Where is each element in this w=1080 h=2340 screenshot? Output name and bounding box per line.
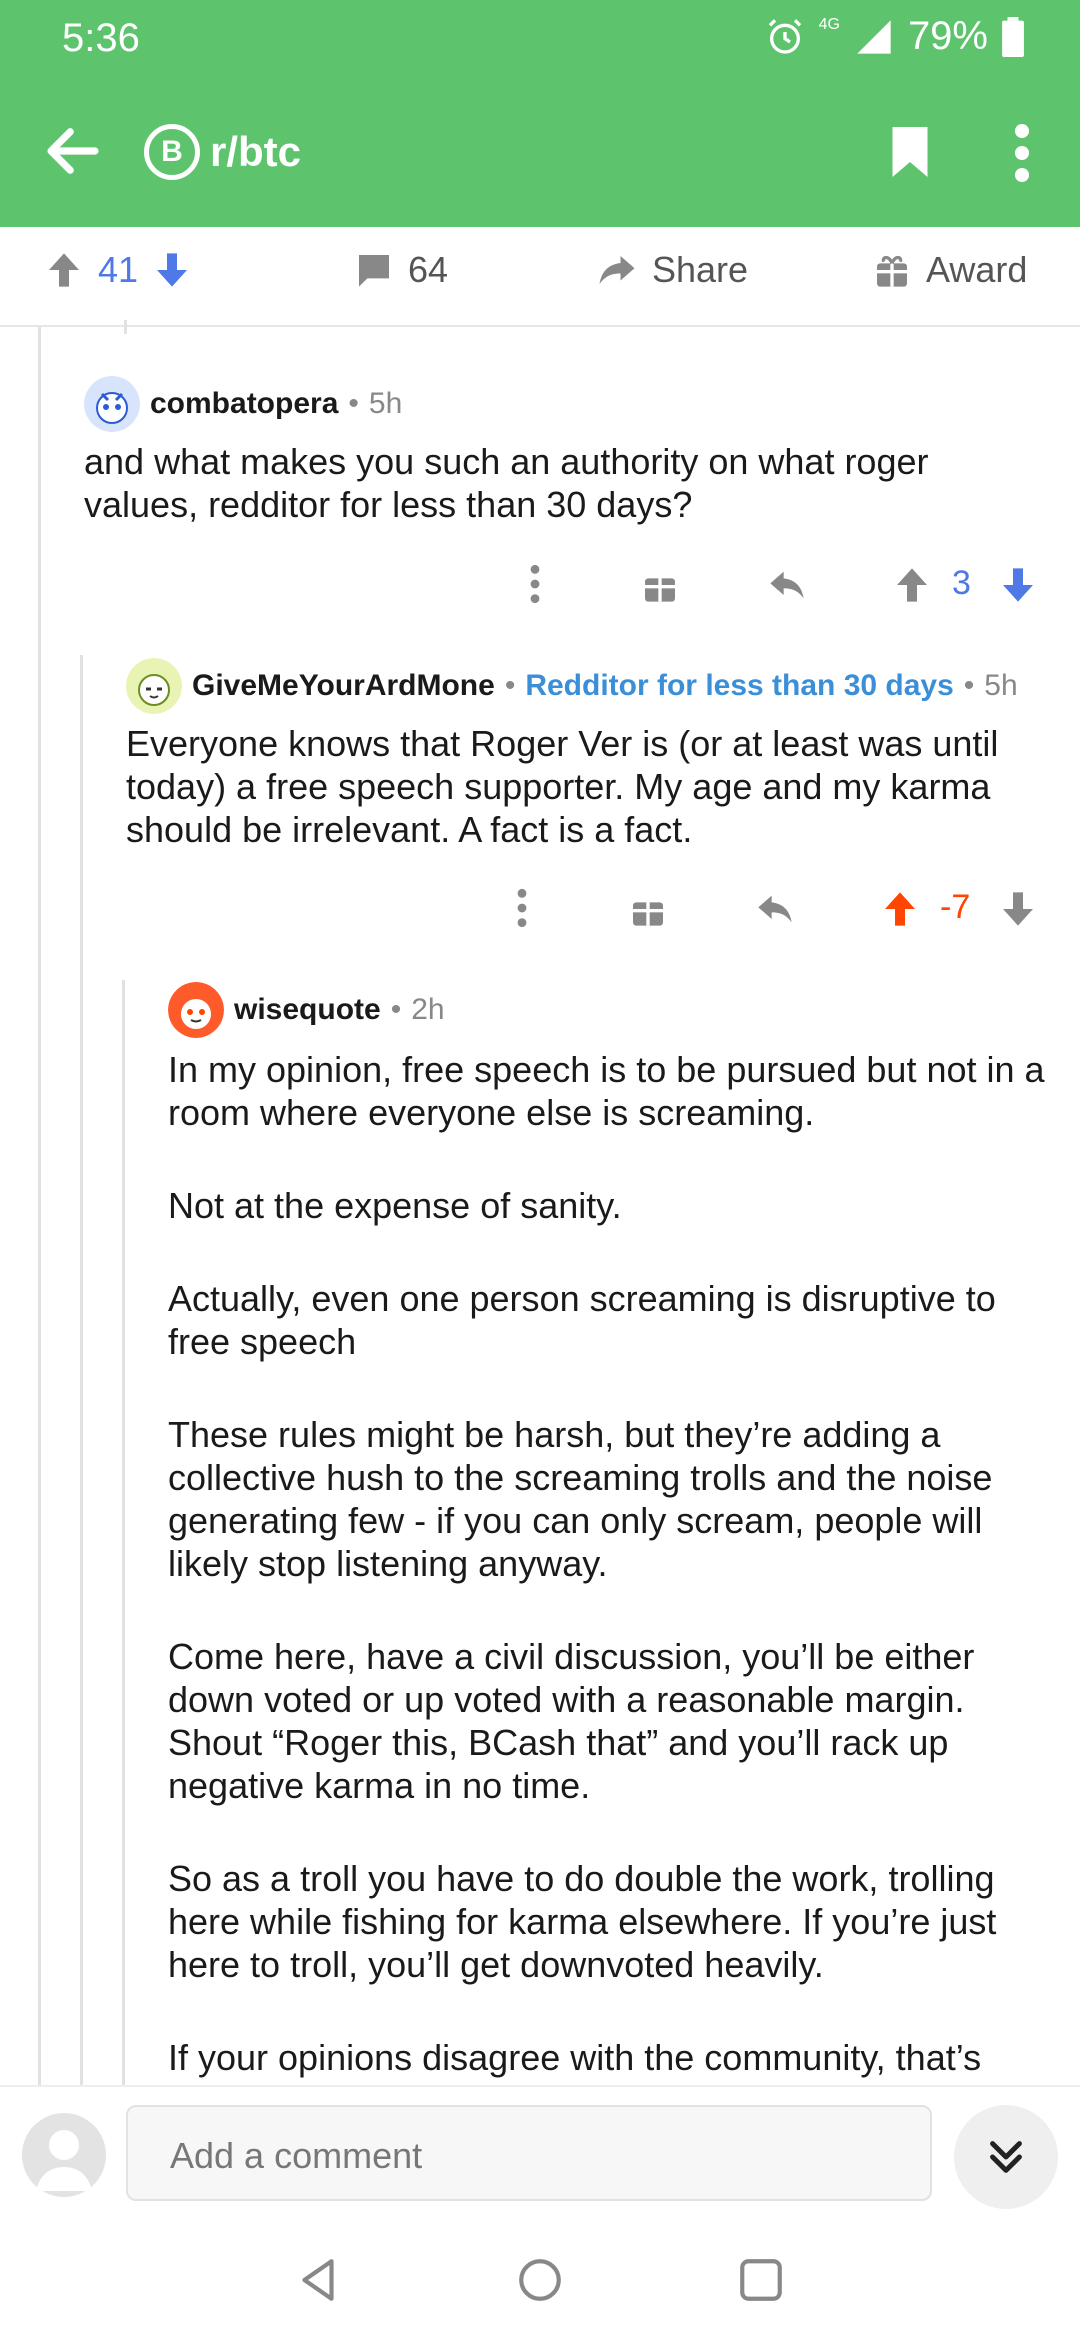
downvote-icon[interactable] — [152, 250, 192, 290]
post-score: 41 — [98, 249, 139, 290]
battery-percent: 79% — [907, 14, 988, 58]
status-bar: 5:36 4G 79% — [0, 0, 1080, 80]
gift-icon — [877, 255, 907, 287]
avatar[interactable] — [22, 2113, 106, 2197]
comment: wisequote • 2h In my opinion, free speec… — [168, 982, 1048, 2129]
alarm-icon — [768, 18, 801, 54]
user-flair: Redditor for less than 30 days — [525, 669, 954, 702]
comment-age: 5h — [984, 669, 1018, 702]
comment-text: Everyone knows that Roger Ver is (or at … — [126, 723, 999, 850]
comment-paragraph: Actually, even one person screaming is d… — [168, 1278, 996, 1362]
comment-score: -7 — [940, 888, 971, 926]
separator-dot: • — [963, 669, 975, 702]
comment-header: GiveMeYourArdMone • Redditor for less th… — [126, 658, 1046, 714]
nav-home-icon[interactable] — [515, 2255, 565, 2305]
battery-icon — [1002, 16, 1024, 57]
separator-dot: • — [390, 993, 402, 1026]
comment-body: and what makes you such an authority on … — [84, 440, 1044, 526]
status-time: 5:36 — [62, 16, 140, 60]
reply-icon[interactable] — [766, 565, 808, 605]
comment-count: 64 — [408, 249, 449, 290]
thread-line — [122, 980, 125, 2085]
share-button[interactable]: Share — [596, 249, 748, 291]
comment-body: Everyone knows that Roger Ver is (or at … — [126, 722, 1046, 851]
subreddit-link[interactable]: B r/btc — [144, 124, 301, 180]
share-icon — [599, 256, 635, 284]
comment-input[interactable]: Add a comment — [126, 2105, 932, 2201]
avatar[interactable] — [168, 982, 224, 1038]
upvote-icon[interactable] — [880, 889, 920, 929]
separator-dot: • — [504, 669, 516, 702]
comment-score: 3 — [952, 564, 971, 602]
more-vertical-icon[interactable] — [512, 886, 532, 930]
bitcoin-icon: B — [144, 124, 200, 180]
comment-text: and what makes you such an authority on … — [84, 441, 929, 525]
thread-line — [124, 320, 127, 334]
comment-paragraph: So as a troll you have to do double the … — [168, 1858, 997, 1985]
signal-icon — [857, 19, 891, 54]
award-button[interactable]: Award — [872, 249, 1027, 291]
app-header: 5:36 4G 79% B r/btc — [0, 0, 1080, 227]
more-vertical-icon[interactable] — [525, 562, 545, 606]
comments-button[interactable]: 64 — [354, 249, 448, 291]
upvote-icon[interactable] — [44, 250, 84, 290]
comment-paragraph: Come here, have a civil discussion, you’… — [168, 1636, 975, 1806]
avatar[interactable] — [126, 658, 182, 714]
system-nav-bar — [0, 2215, 1080, 2340]
award-label: Award — [926, 249, 1028, 290]
comment-username[interactable]: GiveMeYourArdMone — [192, 669, 495, 703]
comment-username[interactable]: combatopera — [150, 387, 338, 421]
comment-input-placeholder: Add a comment — [170, 2135, 423, 2176]
status-icons: 4G 79% — [765, 14, 1024, 59]
comment: combatopera • 5h and what makes you such… — [84, 376, 1044, 526]
comment: GiveMeYourArdMone • Redditor for less th… — [126, 658, 1046, 851]
comment-body: In my opinion, free speech is to be purs… — [168, 1048, 1048, 2079]
thread-line — [80, 655, 83, 2085]
avatar[interactable] — [84, 376, 140, 432]
upvote-icon[interactable] — [892, 565, 932, 605]
app-bar: B r/btc — [0, 90, 1080, 215]
network-label: 4G — [818, 15, 840, 33]
comment-username[interactable]: wisequote — [234, 993, 381, 1027]
nav-back-icon[interactable] — [294, 2255, 344, 2305]
share-label: Share — [652, 249, 749, 290]
reply-icon[interactable] — [754, 889, 796, 929]
gift-icon[interactable] — [640, 565, 680, 605]
comment-icon — [359, 255, 389, 287]
comment-age: 5h — [368, 387, 403, 420]
downvote-icon[interactable] — [998, 889, 1038, 929]
downvote-icon[interactable] — [998, 565, 1038, 605]
comment-paragraph: In my opinion, free speech is to be purs… — [168, 1049, 1045, 1133]
thread-line — [38, 327, 41, 2085]
subreddit-name: r/btc — [210, 128, 302, 175]
bookmark-icon[interactable] — [880, 122, 940, 182]
post-vote: 41 — [44, 249, 192, 291]
chevron-double-down-icon — [990, 2141, 1022, 2173]
nav-recents-icon[interactable] — [736, 2255, 786, 2305]
separator-dot: • — [348, 387, 359, 420]
gift-icon[interactable] — [628, 889, 668, 929]
comment-header: combatopera • 5h — [84, 376, 1044, 432]
back-arrow-icon[interactable] — [40, 118, 106, 184]
comment-input-bar: Add a comment — [0, 2085, 1080, 2215]
comment-age: 2h — [411, 993, 445, 1026]
comment-header: wisequote • 2h — [168, 982, 1048, 1038]
comment-paragraph: These rules might be harsh, but they’re … — [168, 1414, 993, 1584]
collapse-button[interactable] — [954, 2105, 1058, 2209]
post-action-bar: 41 64 Share Award — [0, 227, 1080, 327]
more-vertical-icon[interactable] — [1000, 120, 1044, 186]
comment-paragraph: If your opinions disagree with the commu… — [168, 2037, 982, 2078]
comment-paragraph: Not at the expense of sanity. — [168, 1185, 622, 1226]
